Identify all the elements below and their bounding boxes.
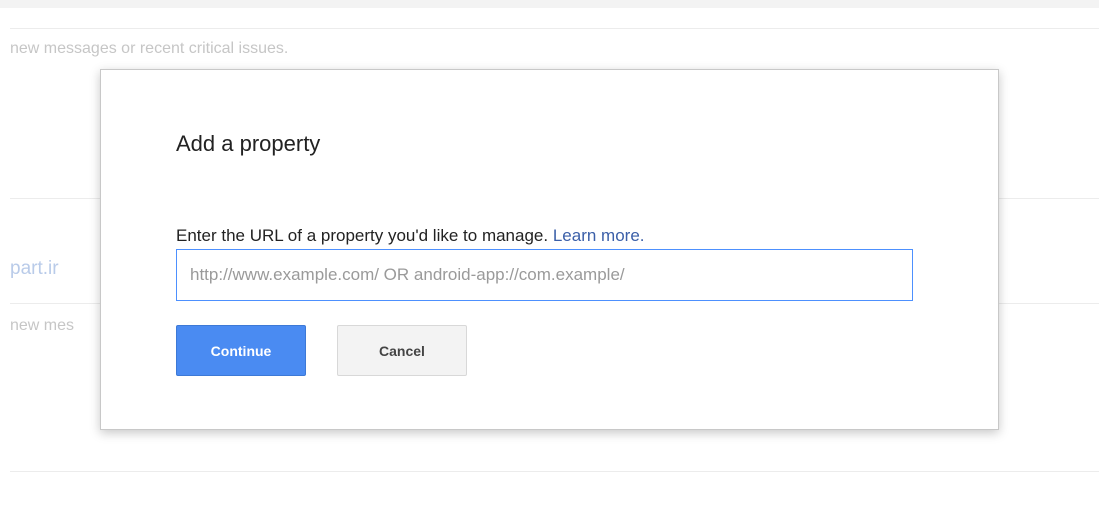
- learn-more-link[interactable]: Learn more.: [553, 226, 645, 245]
- property-url-input[interactable]: [176, 249, 913, 301]
- background-divider: [10, 28, 1099, 29]
- instruction-text: Enter the URL of a property you'd like t…: [176, 226, 645, 246]
- background-message-text: new messages or recent critical issues.: [10, 40, 289, 57]
- background-divider: [10, 471, 1099, 472]
- dialog-title: Add a property: [176, 131, 321, 156]
- top-bar: [0, 0, 1099, 8]
- cancel-button[interactable]: Cancel: [337, 325, 467, 376]
- continue-button[interactable]: Continue: [176, 325, 306, 376]
- page: new messages or recent critical issues. …: [0, 0, 1099, 520]
- add-property-dialog: Add a property Enter the URL of a proper…: [100, 69, 999, 430]
- background-message-text: new mes: [10, 317, 75, 334]
- background-site-link[interactable]: part.ir: [10, 258, 59, 280]
- instruction-label: Enter the URL of a property you'd like t…: [176, 226, 549, 245]
